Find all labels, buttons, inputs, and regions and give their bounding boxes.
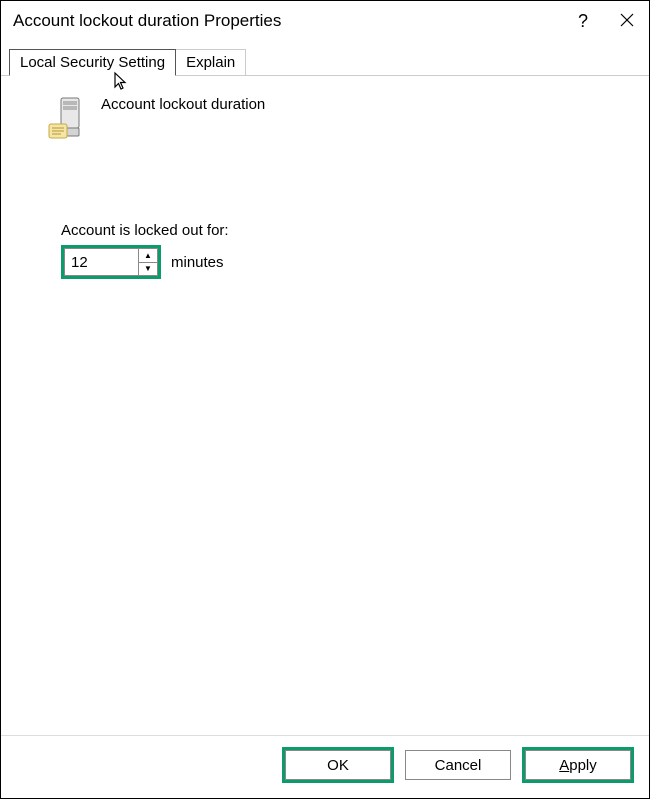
spinner-buttons: ▲ ▼ <box>138 248 158 276</box>
lockout-duration-spinner: ▲ ▼ <box>61 245 161 279</box>
lockout-label: Account is locked out for: <box>61 222 629 239</box>
lockout-field-group: Account is locked out for: ▲ ▼ minutes <box>61 222 629 279</box>
server-policy-icon <box>47 96 89 144</box>
policy-header: Account lockout duration <box>47 96 629 144</box>
help-icon[interactable]: ? <box>573 11 593 32</box>
tab-explain[interactable]: Explain <box>176 49 246 76</box>
window-title: Account lockout duration Properties <box>13 11 573 31</box>
tab-local-security-setting[interactable]: Local Security Setting <box>9 49 176 76</box>
ok-button[interactable]: OK <box>285 750 391 780</box>
properties-window: Account lockout duration Properties ? Lo… <box>0 0 650 799</box>
lockout-duration-input[interactable] <box>64 248 138 276</box>
tab-panel: Account lockout duration Account is lock… <box>1 75 649 735</box>
policy-name: Account lockout duration <box>101 96 265 113</box>
spinner-down-button[interactable]: ▼ <box>139 263 157 276</box>
titlebar-controls: ? <box>573 11 637 32</box>
apply-mnemonic: A <box>559 757 569 774</box>
spinner-up-button[interactable]: ▲ <box>139 249 157 263</box>
tab-strip: Local Security Setting Explain <box>9 49 649 76</box>
apply-rest: pply <box>569 757 597 774</box>
titlebar: Account lockout duration Properties ? <box>1 1 649 41</box>
close-icon[interactable] <box>617 11 637 32</box>
spinner-row: ▲ ▼ minutes <box>61 245 629 279</box>
dialog-buttons: OK Cancel Apply <box>1 735 649 798</box>
duration-unit: minutes <box>171 254 224 271</box>
cancel-button[interactable]: Cancel <box>405 750 511 780</box>
apply-button[interactable]: Apply <box>525 750 631 780</box>
